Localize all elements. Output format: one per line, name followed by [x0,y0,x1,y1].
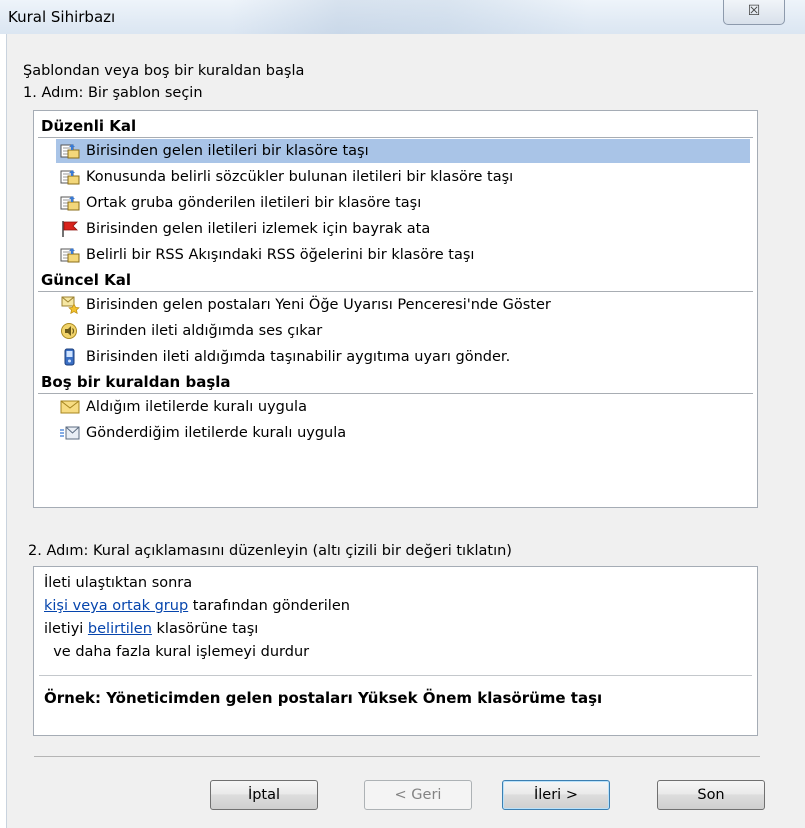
description-line-3-prefix: iletiyi [44,621,88,637]
start-label: Şablondan veya boş bir kuraldan başla [23,63,305,79]
title-bar: Kural Sihirbazı ☒ [0,0,805,34]
move-to-folder-icon [60,194,80,212]
template-item-label: Birisinden gelen iletileri izlemek için … [86,221,431,237]
red-flag-icon [60,220,80,238]
cancel-button[interactable]: İptal [210,780,318,810]
template-item-label: Belirli bir RSS Akışındaki RSS öğelerini… [86,247,475,263]
template-item-label: Birisinden gelen postaları Yeni Öğe Uyar… [86,297,551,313]
category-rule [38,393,753,394]
template-item[interactable]: Birisinden gelen iletileri bir klasöre t… [56,139,750,163]
close-icon: ☒ [747,3,761,19]
button-divider [34,756,760,757]
step1-label: 1. Adım: Bir şablon seçin [23,85,203,101]
description-line-3-rest: klasörüne taşı [151,621,259,637]
description-line-1: İleti ulaştıktan sonra [44,575,193,591]
description-line-2-rest: tarafından gönderilen [188,598,350,614]
template-item-label: Birisinden ileti aldığımda taşınabilir a… [86,349,511,365]
back-button[interactable]: < Geri [364,780,472,810]
template-item-label: Gönderdiğim iletilerde kuralı uygula [86,425,347,441]
category-rule [38,137,753,138]
template-list[interactable]: Düzenli Kal Birisinden gelen iletileri bi… [33,110,758,508]
new-item-alert-icon [60,296,80,314]
category-rule [38,291,753,292]
description-line-3: iletiyi belirtilen klasörüne taşı [44,621,258,637]
template-item-label: Birinden ileti aldığımda ses çıkar [86,323,323,339]
specified-folder-link[interactable]: belirtilen [88,621,152,637]
description-line-2: kişi veya ortak grup tarafından gönderil… [44,598,350,614]
move-to-folder-icon [60,168,80,186]
category-title: Güncel Kal [41,271,131,289]
dialog-body: Şablondan veya boş bir kuraldan başla 1.… [6,34,805,828]
speaker-icon [60,322,80,340]
template-item-label: Ortak gruba gönderilen iletileri bir kla… [86,195,422,211]
template-item-label: Birisinden gelen iletileri bir klasöre t… [86,143,369,159]
step2-label: 2. Adım: Kural açıklamasını düzenleyin (… [28,543,512,559]
mobile-device-icon [60,348,80,366]
envelope-icon [60,398,80,416]
move-to-folder-icon [60,246,80,264]
template-item[interactable]: Ortak gruba gönderilen iletileri bir kla… [56,191,421,215]
template-item[interactable]: Gönderdiğim iletilerde kuralı uygula [56,421,346,445]
finish-button[interactable]: Son [657,780,765,810]
window-title: Kural Sihirbazı [8,8,116,26]
sent-mail-icon [60,424,80,442]
template-item-label: Aldığım iletilerde kuralı uygula [86,399,307,415]
move-to-folder-icon [60,142,80,160]
template-item[interactable]: Belirli bir RSS Akışındaki RSS öğelerini… [56,243,474,267]
category-header: Düzenli Kal [34,115,757,139]
rule-description-box: İleti ulaştıktan sonra kişi veya ortak g… [33,566,758,736]
description-separator [39,675,752,676]
people-or-group-link[interactable]: kişi veya ortak grup [44,598,188,614]
description-line-4: ve daha fazla kural işlemeyi durdur [44,644,310,660]
category-header: Güncel Kal [34,269,757,293]
template-item[interactable]: Aldığım iletilerde kuralı uygula [56,395,307,419]
template-item[interactable]: Birisinden gelen postaları Yeni Öğe Uyar… [56,293,551,317]
next-button[interactable]: İleri > [502,780,610,810]
category-title: Boş bir kuraldan başla [41,373,231,391]
template-item[interactable]: Birisinden ileti aldığımda taşınabilir a… [56,345,510,369]
template-item[interactable]: Konusunda belirli sözcükler bulunan ilet… [56,165,513,189]
template-item[interactable]: Birisinden gelen iletileri izlemek için … [56,217,430,241]
close-button[interactable]: ☒ [723,0,785,25]
template-item-label: Konusunda belirli sözcükler bulunan ilet… [86,169,514,185]
category-header: Boş bir kuraldan başla [34,371,757,395]
template-item[interactable]: Birinden ileti aldığımda ses çıkar [56,319,322,343]
example-text: Örnek: Yöneticimden gelen postaları Yüks… [44,689,603,707]
category-title: Düzenli Kal [41,117,137,135]
